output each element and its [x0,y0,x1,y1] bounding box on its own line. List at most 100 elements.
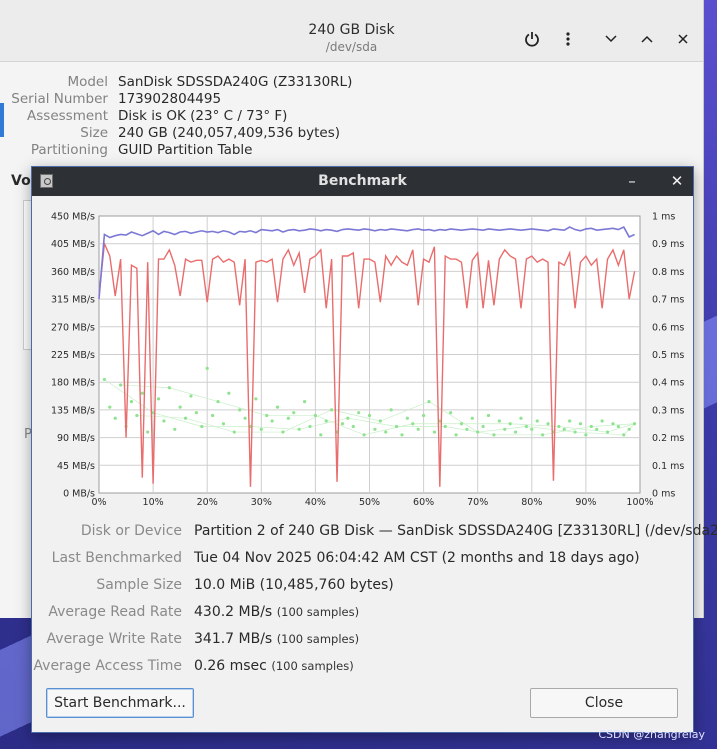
info-label: Partitioning [30,142,108,158]
y-tick-label-left: 135 MB/s [51,405,95,416]
dialog-close-icon[interactable]: ✕ [668,171,686,191]
dialog-title: Benchmark [318,173,407,189]
access-time-point [286,416,290,420]
benchmark-chart: 450 MB/s 1 ms 405 MB/s 0.9 ms 360 MB/s 0.8 ms… [51,212,684,509]
access-time-point [162,419,166,423]
access-time-point [443,424,447,429]
y-tick-label-left: 90 MB/s [57,433,95,444]
info-label: Assessment [27,108,108,124]
access-time-point [492,433,496,437]
minimize-chevron-icon[interactable] [599,28,623,50]
access-time-point [238,408,242,412]
access-time-point [200,424,204,429]
access-time-point [389,408,393,412]
access-time-point [243,416,247,420]
access-time-point [513,430,518,434]
stat-row-device: Disk or Device Partition 2 of 240 GB Dis… [32,523,717,543]
access-time-point [524,424,528,429]
y-tick-label-left: 360 MB/s [51,267,95,278]
info-value: Disk is OK (23° C / 73° F) [118,108,288,124]
stat-sample-count: (100 samples) [276,632,360,646]
access-time-point [530,427,534,431]
access-time-point [216,399,220,404]
x-tick-label: 50% [359,497,380,508]
access-time-point [346,416,350,420]
access-time-point [205,366,209,370]
access-time-point [611,422,615,426]
stat-value: Partition 2 of 240 GB Disk — SanDisk SDS… [194,523,717,539]
y-tick-label-left: 225 MB/s [51,350,95,361]
y-tick-label-right: 0.6 ms [652,322,684,333]
access-time-point [173,427,177,431]
kebab-menu-icon[interactable] [556,28,580,50]
access-time-point [227,391,231,395]
close-button[interactable]: Close [530,688,678,718]
access-time-point [119,383,123,387]
access-time-point [508,422,512,426]
x-tick-label: 70% [467,497,488,508]
y-tick-label-right: 0.9 ms [652,239,684,250]
info-value: 240 GB (240,057,409,536 bytes) [118,125,341,141]
access-time-point [221,422,226,426]
access-time-point [319,433,323,437]
stat-row-last-benchmarked: Last Benchmarked Tue 04 Nov 2025 06:04:4… [32,550,693,570]
access-time-point [589,424,593,429]
access-time-point [232,430,236,434]
y-tick-label-right: 0.8 ms [652,267,684,278]
access-time-point [167,386,171,390]
access-time-point [146,430,150,434]
access-time-point [254,397,258,401]
y-tick-label-right: 0.4 ms [652,378,684,389]
x-tick-label: 80% [521,497,542,508]
y-tick-label-right: 1 ms [652,212,675,223]
access-time-point [102,377,107,382]
access-time-point [465,427,469,431]
x-tick-label: 20% [197,497,218,508]
minimize-icon[interactable]: – [623,171,641,191]
stat-label: Disk or Device [80,523,182,539]
access-time-point [189,394,193,398]
access-time-point [302,399,307,404]
access-time-point [378,419,382,423]
power-icon[interactable] [520,28,544,50]
maximize-chevron-icon[interactable] [635,28,659,50]
info-value: GUID Partition Table [118,142,253,158]
info-row-assessment: Assessment Disk is OK (23° C / 73° F) [0,108,460,125]
close-icon[interactable] [671,28,695,50]
access-time-point [481,424,485,429]
y-tick-label-right: 0.1 ms [652,461,684,472]
access-time-point [454,433,458,437]
stat-value-text: 0.26 msec [194,658,267,674]
dialog-titlebar[interactable]: Benchmark – ✕ [32,167,693,196]
access-time-point [476,430,480,434]
stat-value-text: Partition 2 of 240 GB Disk — SanDisk SDS… [194,523,717,539]
access-time-point [519,416,523,420]
access-time-point [194,411,198,415]
benchmark-dialog: Benchmark – ✕ 450 MB/s 1 ms 405 MB/s 0.9 ms… [31,166,717,733]
access-time-point [308,424,312,429]
window-header: 240 GB Disk /dev/sda [0,0,703,62]
access-time-point [562,427,566,431]
access-time-point [129,399,134,404]
info-label: Size [80,125,108,141]
access-time-point [211,413,215,418]
stat-value-text: Tue 04 Nov 2025 06:04:42 AM CST (2 month… [194,550,640,566]
access-time-point [330,408,334,412]
info-label: Model [67,74,108,90]
stat-value-text: 341.7 MB/s [194,631,273,647]
access-time-point [384,430,388,434]
access-time-point [584,433,588,437]
y-tick-label-left: 450 MB/s [51,212,95,223]
access-time-point [422,413,426,418]
window-subtitle: /dev/sda [325,40,378,54]
access-time-point [573,430,577,434]
start-benchmark-button[interactable]: Start Benchmark... [46,688,194,718]
access-time-point [183,416,188,420]
stat-value-text: 430.2 MB/s [194,604,273,620]
y-tick-label-right: 0.3 ms [652,405,684,416]
x-tick-label: 100% [626,497,653,508]
y-tick-label-left: 180 MB/s [51,378,95,389]
window-title: 240 GB Disk [308,22,395,38]
access-time-point [178,405,182,409]
info-value: 173902804495 [118,91,222,107]
